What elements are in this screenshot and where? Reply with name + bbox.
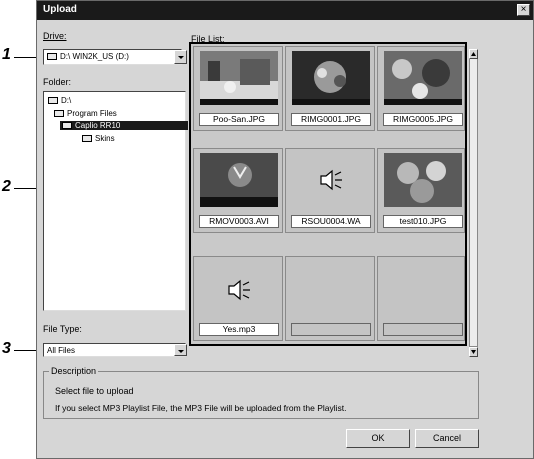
file-name — [383, 323, 463, 336]
title-bar: Upload — [37, 1, 533, 20]
callout-1: 1 — [2, 46, 11, 63]
photo-thumbnail — [292, 51, 370, 105]
file-type-value: All Files — [47, 346, 76, 355]
photo-thumbnail — [384, 153, 462, 207]
file-type-dropdown-button[interactable] — [174, 344, 187, 356]
folder-node-caplio[interactable]: Caplio RR10 — [60, 121, 188, 130]
folder-icon — [54, 110, 64, 118]
file-name: Poo-San.JPG — [199, 113, 279, 126]
speaker-icon — [228, 279, 250, 301]
cancel-button[interactable]: Cancel — [415, 429, 479, 448]
folder-node-skins[interactable]: Skins — [82, 134, 115, 143]
file-name: test010.JPG — [383, 215, 463, 228]
file-name — [291, 323, 371, 336]
file-tile[interactable]: RIMG0001.JPG — [285, 46, 375, 131]
file-type-label: File Type: — [43, 324, 82, 334]
file-tile-empty[interactable] — [285, 256, 375, 341]
callout-3: 3 — [2, 340, 11, 357]
file-list[interactable]: Poo-San.JPG RIMG0001.JPG RIMG0005.JPG RM… — [189, 42, 467, 346]
file-tile-empty[interactable] — [377, 256, 465, 341]
dialog-title: Upload — [43, 4, 77, 15]
file-name: RIMG0001.JPG — [291, 113, 371, 126]
description-line-1: Select file to upload — [55, 386, 134, 396]
drive-dropdown-button[interactable] — [174, 50, 187, 64]
photo-thumbnail — [384, 51, 462, 105]
folder-node-program-files[interactable]: Program Files — [54, 109, 117, 118]
file-tile[interactable]: RMOV0003.AVI — [193, 148, 283, 233]
description-line-2: If you select MP3 Playlist File, the MP3… — [55, 403, 347, 413]
arrow-down-icon — [471, 350, 476, 354]
file-type-combo[interactable]: All Files — [43, 343, 186, 357]
file-name: RMOV0003.AVI — [199, 215, 279, 228]
folder-open-icon — [62, 122, 72, 130]
file-tile[interactable]: RIMG0005.JPG — [377, 46, 465, 131]
folder-tree[interactable]: D:\ Program Files Caplio RR10 Skins — [43, 91, 188, 311]
scroll-down-button[interactable] — [469, 347, 478, 357]
speaker-icon — [320, 169, 342, 191]
close-button[interactable]: × — [517, 4, 530, 16]
file-name: Yes.mp3 — [199, 323, 279, 336]
upload-dialog: Upload × Drive: D:\ WIN2K_US (D:) Folder… — [36, 0, 534, 459]
folder-icon — [48, 97, 58, 105]
folder-label: Folder: — [43, 77, 72, 87]
description-label: Description — [49, 366, 99, 376]
file-tile[interactable]: RSOU0004.WA — [285, 148, 375, 233]
file-name: RIMG0005.JPG — [383, 113, 463, 126]
folder-icon — [82, 135, 92, 143]
file-tile[interactable]: test010.JPG — [377, 148, 465, 233]
file-list-scrollbar[interactable] — [469, 49, 478, 347]
drive-value: D:\ WIN2K_US (D:) — [60, 52, 129, 61]
drive-icon — [47, 53, 57, 61]
scroll-up-button[interactable] — [469, 49, 478, 59]
photo-thumbnail — [200, 51, 278, 105]
ok-button[interactable]: OK — [346, 429, 410, 448]
callout-2: 2 — [2, 178, 11, 195]
arrow-up-icon — [471, 52, 476, 56]
file-tile[interactable]: Poo-San.JPG — [193, 46, 283, 131]
file-name: RSOU0004.WA — [291, 215, 371, 228]
video-thumbnail — [200, 153, 278, 207]
file-tile[interactable]: Yes.mp3 — [193, 256, 283, 341]
folder-node-root[interactable]: D:\ — [48, 96, 71, 105]
drive-combo[interactable]: D:\ WIN2K_US (D:) — [43, 49, 182, 65]
drive-label: Drive: — [43, 31, 67, 41]
